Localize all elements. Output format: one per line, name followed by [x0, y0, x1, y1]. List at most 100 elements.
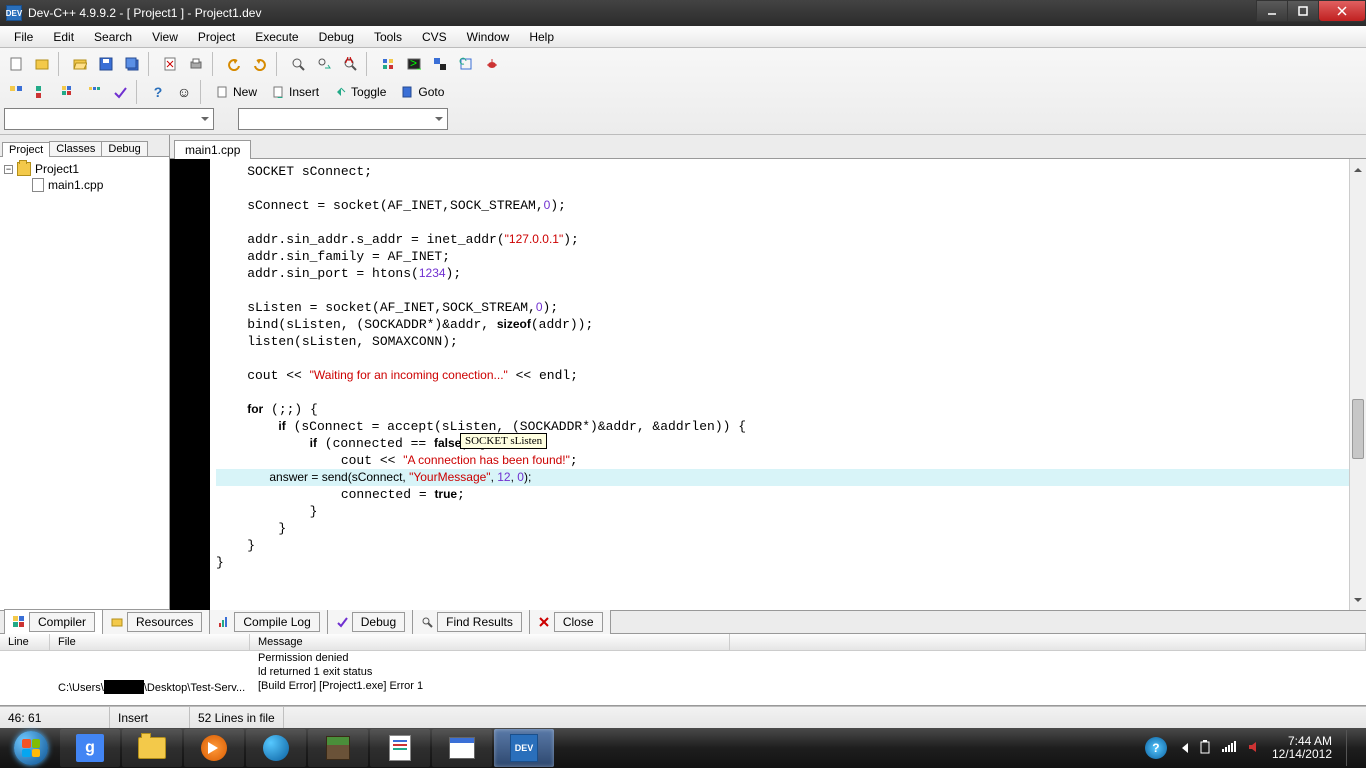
member-dropdown[interactable] [238, 108, 448, 130]
editor-gutter [170, 159, 210, 610]
sidebar-tab-debug[interactable]: Debug [101, 141, 147, 156]
tray-help-icon[interactable]: ? [1145, 737, 1167, 759]
taskbar-explorer[interactable] [122, 729, 182, 767]
window-title: Dev-C++ 4.9.9.2 - [ Project1 ] - Project… [28, 6, 1257, 20]
taskbar: g DEV ? 7:44 AM 12/14/2012 [0, 728, 1366, 768]
tile3-icon[interactable] [56, 80, 80, 104]
compile-icon[interactable] [376, 52, 400, 76]
menu-view[interactable]: View [142, 28, 188, 46]
about-icon[interactable]: ☺ [172, 80, 196, 104]
new-button[interactable]: New [210, 80, 264, 104]
tray-show-desktop[interactable] [1346, 730, 1356, 766]
run-icon[interactable]: >_ [402, 52, 426, 76]
col-file[interactable]: File [50, 634, 250, 650]
save-all-icon[interactable] [120, 52, 144, 76]
start-button[interactable] [4, 728, 58, 768]
taskbar-media-player[interactable] [184, 729, 244, 767]
tile4-icon[interactable] [82, 80, 106, 104]
taskbar-app-doc[interactable] [370, 729, 430, 767]
minimize-button[interactable] [1256, 0, 1288, 22]
code-editor[interactable]: SOCKET sConnect; sConnect = socket(AF_IN… [170, 159, 1366, 610]
undo-icon[interactable] [222, 52, 246, 76]
statusbar: 46: 61 Insert 52 Lines in file [0, 706, 1366, 728]
svg-text:A: A [345, 57, 353, 66]
tab-find-results[interactable]: Find Results [412, 609, 530, 635]
status-mode: Insert [110, 707, 190, 728]
col-line[interactable]: Line [0, 634, 50, 650]
toggle-button[interactable]: Toggle [328, 80, 393, 104]
insert-button[interactable]: Insert [266, 80, 326, 104]
scrollbar-thumb[interactable] [1352, 399, 1364, 459]
replace-icon[interactable] [312, 52, 336, 76]
svg-text:>_: >_ [410, 57, 421, 70]
new-source-icon[interactable] [4, 52, 28, 76]
sidebar-tab-classes[interactable]: Classes [49, 141, 102, 156]
status-lines: 52 Lines in file [190, 707, 284, 728]
open-icon[interactable] [68, 52, 92, 76]
tile2-icon[interactable] [30, 80, 54, 104]
tray-battery-icon[interactable] [1198, 740, 1212, 757]
toolbar-area: A >_ ? ☺ New Insert Toggle Goto [0, 48, 1366, 135]
close-file-icon[interactable] [158, 52, 182, 76]
class-dropdown[interactable] [4, 108, 214, 130]
compiler-row[interactable]: ld returned 1 exit status [0, 665, 1366, 679]
app-icon: DEV [6, 5, 22, 21]
menu-search[interactable]: Search [84, 28, 142, 46]
find-again-icon[interactable]: A [338, 52, 362, 76]
close-button[interactable] [1318, 0, 1366, 22]
col-extra[interactable] [730, 634, 1366, 650]
taskbar-app-blue[interactable] [246, 729, 306, 767]
tab-close[interactable]: Close [529, 609, 611, 635]
menu-tools[interactable]: Tools [364, 28, 412, 46]
col-message[interactable]: Message [250, 634, 730, 650]
taskbar-app-window[interactable] [432, 729, 492, 767]
tray-wifi-icon[interactable] [1222, 741, 1238, 756]
checkmark-icon[interactable] [108, 80, 132, 104]
code-tooltip: SOCKET sListen [460, 433, 547, 449]
tab-resources[interactable]: Resources [102, 609, 210, 635]
compiler-row[interactable]: C:\Users\XXXXX\Desktop\Test-Serv...[Buil… [0, 679, 1366, 695]
folder-icon [17, 162, 31, 176]
vertical-scrollbar[interactable] [1349, 159, 1366, 610]
tree-file[interactable]: main1.cpp [4, 177, 165, 193]
tray-show-hidden-icon[interactable] [1177, 743, 1188, 753]
tray-volume-icon[interactable] [1248, 740, 1262, 757]
editor-tab[interactable]: main1.cpp [174, 140, 251, 159]
menu-help[interactable]: Help [519, 28, 564, 46]
sidebar-tab-project[interactable]: Project [2, 142, 50, 157]
maximize-button[interactable] [1287, 0, 1319, 22]
redo-icon[interactable] [248, 52, 272, 76]
project-sidebar: Project Classes Debug − Project1 main1.c… [0, 135, 170, 610]
taskbar-app-cube[interactable] [308, 729, 368, 767]
print-icon[interactable] [184, 52, 208, 76]
compiler-row[interactable]: Permission denied [0, 651, 1366, 665]
menu-debug[interactable]: Debug [309, 28, 364, 46]
compiler-output: Line File Message Permission deniedld re… [0, 634, 1366, 706]
debug-icon[interactable] [480, 52, 504, 76]
new-project-icon[interactable] [30, 52, 54, 76]
tab-compiler[interactable]: Compiler [4, 609, 103, 635]
compile-run-icon[interactable] [428, 52, 452, 76]
menu-window[interactable]: Window [457, 28, 520, 46]
menu-file[interactable]: File [4, 28, 43, 46]
find-icon[interactable] [286, 52, 310, 76]
status-position: 46: 61 [0, 707, 110, 728]
tab-debug[interactable]: Debug [327, 609, 413, 635]
menu-cvs[interactable]: CVS [412, 28, 457, 46]
taskbar-google[interactable]: g [60, 729, 120, 767]
file-icon [32, 178, 44, 192]
menu-project[interactable]: Project [188, 28, 245, 46]
bottom-tabbar: Compiler Resources Compile Log Debug Fin… [0, 610, 1366, 634]
save-icon[interactable] [94, 52, 118, 76]
tile1-icon[interactable] [4, 80, 28, 104]
menu-edit[interactable]: Edit [43, 28, 84, 46]
goto-button[interactable]: Goto [395, 80, 451, 104]
taskbar-devcpp[interactable]: DEV [494, 729, 554, 767]
rebuild-icon[interactable] [454, 52, 478, 76]
tab-compile-log[interactable]: Compile Log [209, 609, 327, 635]
tree-project[interactable]: − Project1 [4, 161, 165, 177]
tray-clock[interactable]: 7:44 AM 12/14/2012 [1272, 735, 1332, 761]
menubar: File Edit Search View Project Execute De… [0, 26, 1366, 48]
menu-execute[interactable]: Execute [245, 28, 308, 46]
help-icon[interactable]: ? [146, 80, 170, 104]
